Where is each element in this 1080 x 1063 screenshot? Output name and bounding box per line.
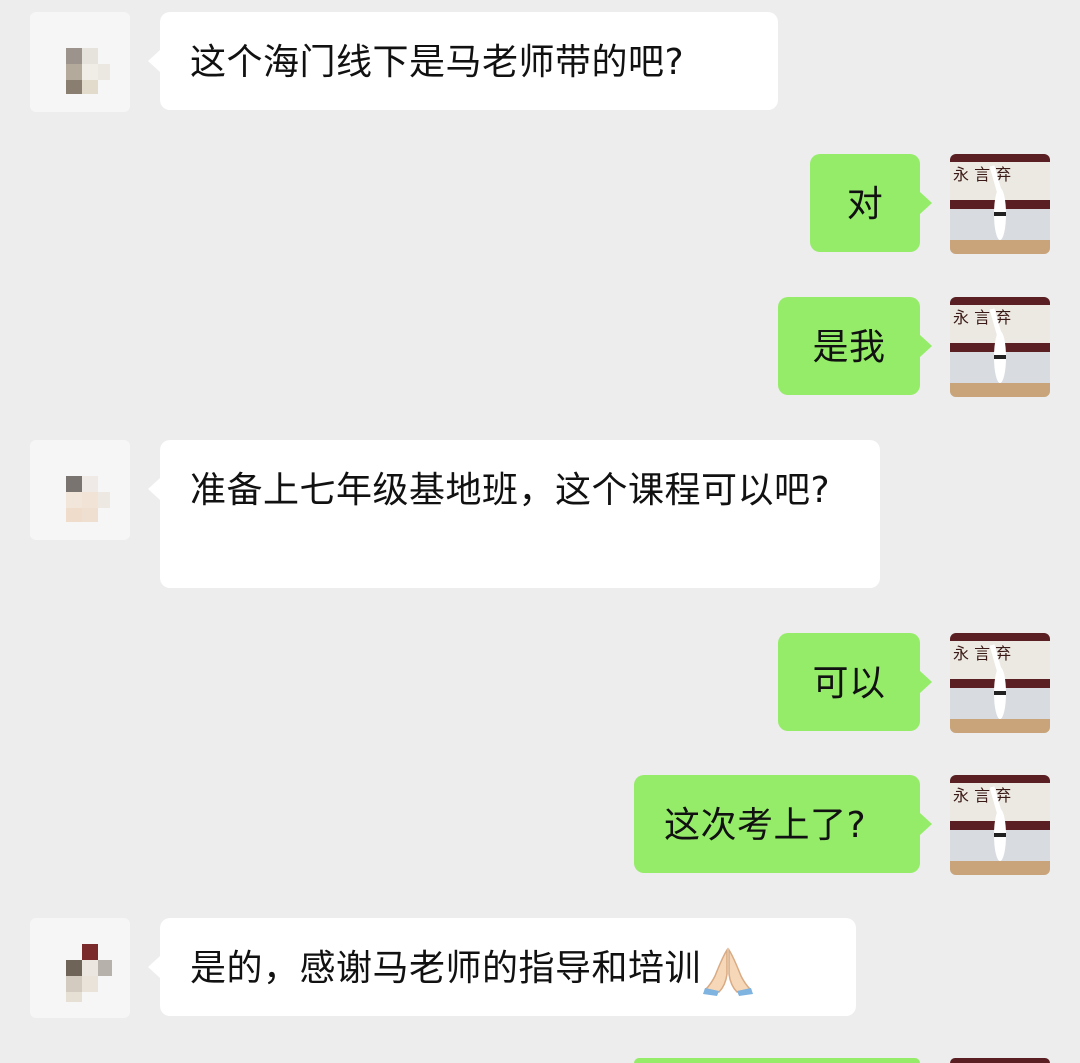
- avatar[interactable]: 永 言 弃: [950, 154, 1050, 254]
- avatar-photo-icon: 永 言 弃: [950, 154, 1050, 254]
- avatar[interactable]: 永 言 弃: [950, 297, 1050, 397]
- avatar[interactable]: 永 言 弃: [950, 633, 1050, 733]
- sign-text: 永 言 弃: [953, 165, 1011, 184]
- avatar-photo-icon: 永 言 弃: [950, 775, 1050, 875]
- message-bubble[interactable]: 是我: [778, 297, 932, 395]
- folded-hands-icon: [703, 947, 754, 996]
- sign-text: 永 言 弃: [953, 308, 1011, 327]
- sign-text: 永 言 弃: [953, 786, 1011, 805]
- avatar-photo-icon: 永 言 弃: [950, 633, 1050, 733]
- message-text: 是的，感谢马老师的指导和培训: [190, 948, 702, 989]
- message-bubble[interactable]: 可以: [778, 633, 932, 731]
- avatar-photo-icon: 永 言 弃: [950, 297, 1050, 397]
- message-text: 可以: [812, 663, 886, 704]
- message-bubble[interactable]: 是的，感谢马老师的指导和培训: [148, 918, 856, 1016]
- message-bubble[interactable]: 准备上七年级基地班，这个课程可以吧?: [148, 440, 880, 588]
- avatar[interactable]: [30, 918, 130, 1018]
- message-text: 这次考上了?: [664, 805, 867, 846]
- message-text: 准备上七年级基地班，这个课程可以吧?: [190, 470, 831, 511]
- avatar[interactable]: [30, 12, 130, 112]
- avatar[interactable]: 永 言 弃: [950, 775, 1050, 875]
- avatar[interactable]: [950, 1058, 1050, 1063]
- message-text: 对: [846, 184, 884, 225]
- message-text: 是我: [812, 327, 886, 368]
- message-bubble[interactable]: 这次考上了?: [634, 775, 932, 873]
- message-bubble[interactable]: [634, 1058, 920, 1063]
- chat-window: 这个海门线下是马老师带的吧? 对 永 言 弃 是我 永 言 弃 准备上七年级基地…: [0, 0, 1080, 1063]
- avatar[interactable]: [30, 440, 130, 540]
- message-bubble[interactable]: 这个海门线下是马老师带的吧?: [148, 12, 778, 110]
- message-text: 这个海门线下是马老师带的吧?: [190, 42, 685, 83]
- sign-text: 永 言 弃: [953, 644, 1011, 663]
- message-bubble[interactable]: 对: [810, 154, 932, 252]
